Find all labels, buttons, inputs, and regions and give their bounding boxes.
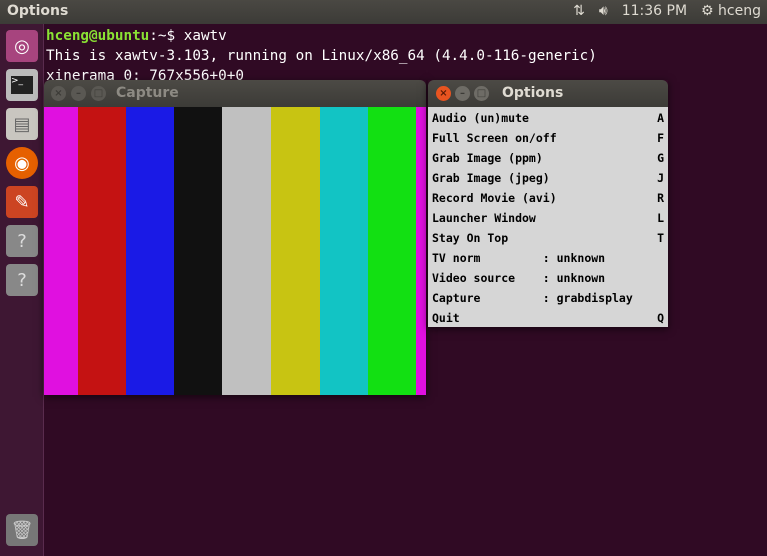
menu-item[interactable]: Record Movie (avi) R xyxy=(428,188,668,208)
menu-item[interactable]: Audio (un)mute A xyxy=(428,108,668,128)
menu-item-label: Launcher Window xyxy=(432,211,536,225)
color-bar xyxy=(271,107,320,395)
menu-item-shortcut: J xyxy=(657,171,664,185)
prompt-path: :~$ xyxy=(149,28,184,44)
menu-item[interactable]: Video source : unknown xyxy=(428,268,668,288)
color-bar xyxy=(78,107,126,395)
minimize-button[interactable]: – xyxy=(455,86,470,101)
capture-window[interactable]: × – □ Capture xyxy=(44,80,426,395)
options-titlebar[interactable]: × – □ Options xyxy=(428,80,668,107)
clock[interactable]: 11:36 PM xyxy=(622,3,687,19)
color-bar xyxy=(174,107,222,395)
user-menu[interactable]: ⚙ hceng xyxy=(701,3,761,19)
ubuntu-dash-icon[interactable]: ◎ xyxy=(6,30,38,62)
window-title: Options xyxy=(502,85,564,101)
prompt-user: hceng@ubuntu xyxy=(46,28,150,44)
color-bar xyxy=(368,107,416,395)
color-bar xyxy=(416,107,426,395)
color-bar xyxy=(126,107,174,395)
firefox-icon[interactable]: ◉ xyxy=(6,147,38,179)
network-icon[interactable]: ⇅ xyxy=(573,3,585,19)
options-window[interactable]: × – □ Options Audio (un)mute A Full Screen… xyxy=(428,80,668,327)
menu-item-shortcut: G xyxy=(657,151,664,165)
menu-item[interactable]: Grab Image (jpeg) J xyxy=(428,168,668,188)
maximize-button[interactable]: □ xyxy=(91,86,106,101)
menu-item-label: Capture : grabdisplay xyxy=(432,291,633,305)
active-window-title: Options xyxy=(7,3,69,19)
close-button[interactable]: × xyxy=(51,86,66,101)
files-icon[interactable]: ▤ xyxy=(6,108,38,140)
user-name: hceng xyxy=(718,3,761,19)
menu-item-label: Stay On Top xyxy=(432,231,509,245)
menu-item-shortcut: L xyxy=(657,211,664,225)
menu-item[interactable]: TV norm : unknown xyxy=(428,248,668,268)
menu-item[interactable]: Stay On Top T xyxy=(428,228,668,248)
menu-item-label: Grab Image (ppm) xyxy=(432,151,543,165)
menu-item[interactable]: Grab Image (ppm) G xyxy=(428,148,668,168)
unknown-app-icon[interactable]: ? xyxy=(6,225,38,257)
menu-item-shortcut: R xyxy=(657,191,664,205)
command: xawtv xyxy=(183,28,227,44)
capture-titlebar[interactable]: × – □ Capture xyxy=(44,80,426,107)
trash-icon[interactable]: 🗑︎ xyxy=(6,514,38,546)
minimize-button[interactable]: – xyxy=(71,86,86,101)
menu-item-label: Grab Image (jpeg) xyxy=(432,171,550,185)
color-bar xyxy=(44,107,78,395)
menu-item[interactable]: Full Screen on/off F xyxy=(428,128,668,148)
terminal-icon[interactable]: >_ xyxy=(6,69,38,101)
menu-item-label: Quit xyxy=(432,311,460,325)
top-panel: Options ⇅ 🔊︎ 11:36 PM ⚙ hceng xyxy=(0,0,767,24)
close-button[interactable]: × xyxy=(436,86,451,101)
unknown-app-icon[interactable]: ? xyxy=(6,264,38,296)
color-bar xyxy=(320,107,368,395)
menu-item-shortcut: A xyxy=(657,111,664,125)
menu-item-shortcut: Q xyxy=(657,311,664,325)
output-line: This is xawtv-3.103, running on Linux/x8… xyxy=(46,48,597,64)
menu-item[interactable]: Quit Q xyxy=(428,308,668,328)
color-bars-video xyxy=(44,107,426,395)
menu-item[interactable]: Launcher Window L xyxy=(428,208,668,228)
menu-item-label: Audio (un)mute xyxy=(432,111,529,125)
settings-icon[interactable]: ✎ xyxy=(6,186,38,218)
menu-item-label: Full Screen on/off xyxy=(432,131,557,145)
maximize-button[interactable]: □ xyxy=(474,86,489,101)
launcher: ◎ >_ ▤ ◉ ✎ ? ? 🗑︎ xyxy=(0,24,44,556)
gear-icon: ⚙ xyxy=(701,3,714,19)
menu-item-label: TV norm : unknown xyxy=(432,251,606,265)
color-bar xyxy=(222,107,271,395)
options-menu: Audio (un)mute A Full Screen on/off F Grab I… xyxy=(428,107,668,327)
menu-item-shortcut: F xyxy=(657,131,664,145)
menu-item-label: Video source : unknown xyxy=(432,271,606,285)
menu-item[interactable]: Capture : grabdisplay xyxy=(428,288,668,308)
terminal-output[interactable]: hceng@ubuntu:~$ xawtv This is xawtv-3.10… xyxy=(46,26,597,86)
volume-icon[interactable]: 🔊︎ xyxy=(599,3,608,19)
window-title: Capture xyxy=(116,85,179,101)
menu-item-label: Record Movie (avi) xyxy=(432,191,557,205)
menu-item-shortcut: T xyxy=(657,231,664,245)
